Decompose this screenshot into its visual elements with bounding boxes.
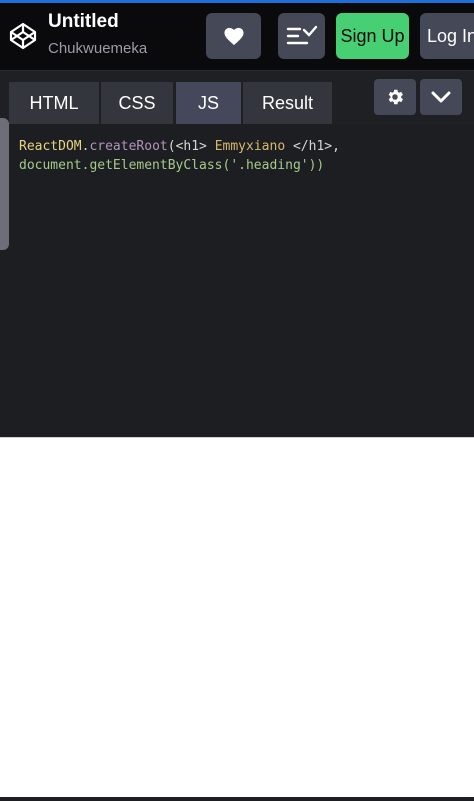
- code-token: createRoot: [89, 139, 168, 154]
- collapse-editor-button[interactable]: [420, 79, 462, 115]
- tab-css[interactable]: CSS: [101, 82, 173, 124]
- chevron-down-icon: [431, 91, 451, 103]
- code-token: <h1>: [175, 139, 207, 154]
- editor-resize-handle[interactable]: [0, 118, 9, 250]
- result-preview-pane[interactable]: [0, 437, 474, 797]
- code-token: </h1>: [292, 139, 333, 154]
- log-in-button[interactable]: Log In: [420, 13, 474, 59]
- like-button[interactable]: [206, 13, 261, 59]
- code-token: (: [167, 139, 176, 154]
- tab-html[interactable]: HTML: [9, 82, 99, 124]
- editor-tab-bar: HTML CSS JS Result: [0, 71, 474, 124]
- pen-title[interactable]: Untitled: [48, 11, 119, 33]
- codepen-logo-icon[interactable]: [8, 21, 38, 51]
- code-content[interactable]: ReactDOM.createRoot(<h1> Emmyxiano </h1>…: [19, 137, 340, 175]
- gear-icon: [388, 89, 403, 105]
- bottom-bar: [0, 797, 474, 801]
- sort-menu-icon: [286, 25, 317, 45]
- code-token: '.heading': [230, 158, 309, 173]
- code-token: )): [308, 158, 325, 173]
- tab-js[interactable]: JS: [176, 82, 241, 124]
- pen-author[interactable]: Chukwuemeka: [48, 40, 147, 57]
- code-token: Emmyxiano: [206, 139, 293, 154]
- code-token: document.getElementByClass(: [19, 158, 231, 173]
- code-line-2: document.getElementByClass('.heading')): [19, 156, 340, 175]
- code-line-1: ReactDOM.createRoot(<h1> Emmyxiano </h1>…: [19, 137, 340, 156]
- code-token: ,: [332, 139, 340, 154]
- code-token: ReactDOM: [19, 139, 82, 154]
- heart-icon: [223, 27, 244, 46]
- header: Untitled Chukwuemeka Sign Up Log In: [0, 3, 474, 71]
- sign-up-button[interactable]: Sign Up: [336, 13, 409, 59]
- tab-result[interactable]: Result: [243, 82, 332, 124]
- view-menu-button[interactable]: [278, 13, 325, 59]
- settings-button[interactable]: [374, 79, 416, 115]
